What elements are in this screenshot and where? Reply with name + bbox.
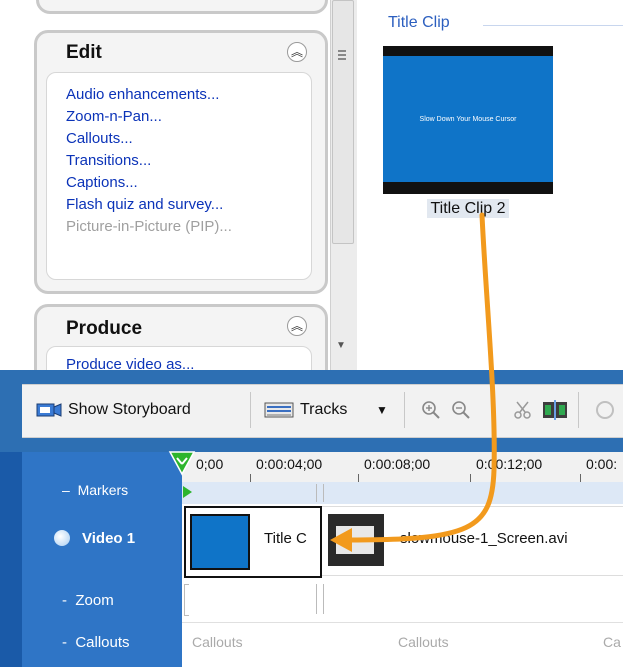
section-divider bbox=[483, 25, 623, 26]
zoom-track[interactable] bbox=[182, 578, 623, 623]
edit-item-audio-enhancements[interactable]: Audio enhancements... bbox=[66, 84, 232, 106]
video-track-label[interactable]: Video 1 bbox=[82, 530, 135, 547]
toolbar-separator bbox=[494, 392, 495, 428]
marker-bracket bbox=[316, 484, 324, 502]
zoom-out-icon bbox=[452, 401, 470, 419]
circle-icon bbox=[596, 401, 614, 419]
show-storyboard-button[interactable]: Show Storyboard bbox=[36, 396, 191, 424]
toolbar-separator bbox=[578, 392, 579, 428]
tracks-button[interactable]: Tracks bbox=[264, 396, 347, 424]
timeline-title-clip-thumbnail bbox=[190, 514, 250, 570]
dropdown-arrow-icon: ▼ bbox=[376, 403, 388, 417]
edit-items-list: Audio enhancements... Zoom-n-Pan... Call… bbox=[66, 84, 232, 238]
ruler-tick bbox=[470, 474, 471, 482]
callouts-placeholder: Callouts bbox=[398, 634, 449, 650]
video-track-bullet-icon bbox=[54, 530, 70, 546]
edit-item-callouts[interactable]: Callouts... bbox=[66, 128, 232, 150]
chevron-up-icon: ︽ bbox=[290, 319, 303, 333]
ruler-label: 0:00:08;00 bbox=[364, 456, 431, 472]
ruler-label: 0:00:12;00 bbox=[476, 456, 543, 472]
toolbar-separator bbox=[404, 392, 405, 428]
toolbar-separator bbox=[250, 392, 251, 428]
zoom-in-icon bbox=[422, 401, 440, 419]
tracks-dropdown-button[interactable]: ▼ bbox=[376, 396, 388, 424]
zoom-track-label-text: Zoom bbox=[75, 592, 114, 609]
callouts-placeholder: Callouts bbox=[192, 634, 243, 650]
title-clip-caption: Title Clip 2 bbox=[383, 199, 553, 218]
scrollbar-grip-icon bbox=[338, 50, 346, 60]
zoom-bracket bbox=[316, 584, 324, 614]
edit-item-zoom-n-pan[interactable]: Zoom-n-Pan... bbox=[66, 106, 232, 128]
chevron-up-icon: ︽ bbox=[290, 45, 303, 59]
markers-track[interactable] bbox=[182, 482, 623, 504]
tracks-icon bbox=[264, 402, 294, 418]
edit-item-captions[interactable]: Captions... bbox=[66, 172, 232, 194]
timeline-screen-clip-thumbnail bbox=[328, 514, 384, 566]
previous-group-partial bbox=[36, 0, 328, 14]
ruler-tick bbox=[358, 474, 359, 482]
title-clip-thumbnail-image: Slow Down Your Mouse Cursor bbox=[383, 56, 553, 182]
edit-item-transitions[interactable]: Transitions... bbox=[66, 150, 232, 172]
callouts-placeholder-partial: Ca bbox=[603, 634, 621, 650]
title-clip-caption-text: Title Clip 2 bbox=[426, 199, 510, 218]
show-storyboard-label: Show Storyboard bbox=[68, 401, 191, 418]
edit-item-flash-quiz[interactable]: Flash quiz and survey... bbox=[66, 194, 232, 216]
callouts-track-label[interactable]: - Callouts bbox=[62, 634, 130, 651]
zoom-in-button[interactable] bbox=[420, 396, 442, 424]
cut-button[interactable] bbox=[512, 396, 534, 424]
toolbar-overflow-button[interactable] bbox=[594, 396, 616, 424]
timeline-title-clip-label: Title C bbox=[264, 530, 307, 547]
scrollbar-thumb[interactable] bbox=[332, 0, 354, 244]
produce-group-title: Produce bbox=[66, 318, 143, 339]
scroll-down-arrow-icon[interactable]: ▼ bbox=[336, 340, 346, 351]
timeline-screen-clip-label: slowmouse-1_Screen.avi bbox=[400, 530, 568, 547]
ruler-tick bbox=[250, 474, 251, 482]
playhead-icon[interactable] bbox=[168, 450, 198, 476]
edit-item-picture-in-picture: Picture-in-Picture (PIP)... bbox=[66, 218, 232, 235]
zoom-out-button[interactable] bbox=[450, 396, 472, 424]
split-button[interactable] bbox=[542, 396, 568, 424]
zoom-bracket bbox=[184, 584, 189, 616]
marker-start-icon bbox=[183, 486, 192, 498]
ruler-label: 0:00:04;00 bbox=[256, 456, 323, 472]
tracks-label: Tracks bbox=[300, 401, 348, 418]
markers-track-label-text: Markers bbox=[77, 482, 129, 498]
storyboard-icon bbox=[36, 403, 62, 417]
clip-bin-section-title: Title Clip bbox=[388, 14, 450, 31]
thumbnail-text: Slow Down Your Mouse Cursor bbox=[419, 115, 517, 123]
ruler-tick bbox=[580, 474, 581, 482]
edit-collapse-button[interactable]: ︽ bbox=[287, 42, 307, 62]
scissors-icon bbox=[514, 401, 531, 419]
ruler-label: 0:00: bbox=[586, 456, 618, 472]
split-icon bbox=[543, 400, 567, 420]
ruler-label: 0;00 bbox=[196, 456, 224, 472]
callouts-track-label-text: Callouts bbox=[75, 634, 130, 651]
markers-track-label[interactable]: – Markers bbox=[62, 482, 128, 498]
edit-group-title: Edit bbox=[66, 42, 102, 63]
produce-collapse-button[interactable]: ︽ bbox=[287, 316, 307, 336]
zoom-track-label[interactable]: - Zoom bbox=[62, 592, 114, 609]
